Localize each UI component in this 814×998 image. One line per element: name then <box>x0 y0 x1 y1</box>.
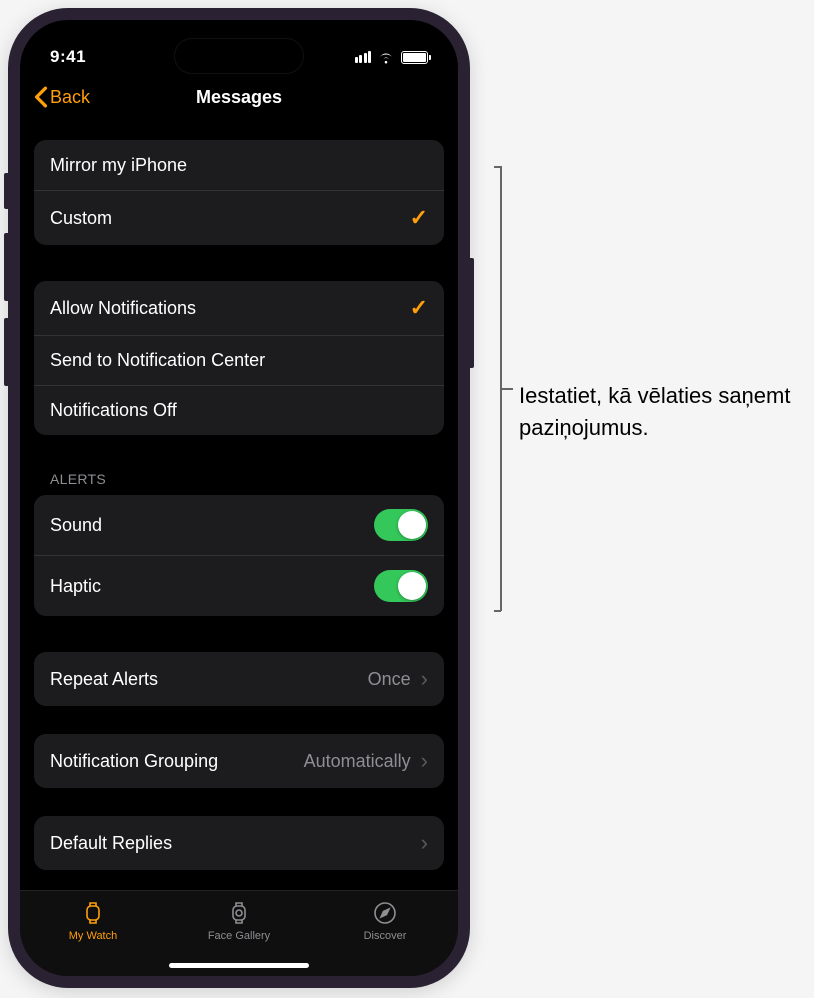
alerts-group: Sound Haptic <box>34 495 444 616</box>
status-time: 9:41 <box>50 47 86 67</box>
battery-icon <box>401 51 428 64</box>
notification-source-group: Mirror my iPhone Custom ✓ <box>34 140 444 245</box>
row-value: Automatically <box>304 751 411 772</box>
row-sound: Sound <box>34 495 444 555</box>
row-label: Repeat Alerts <box>50 669 158 690</box>
volume-down-button <box>4 318 8 386</box>
replies-group: Default Replies › <box>34 816 444 870</box>
volume-up-button <box>4 233 8 301</box>
tab-label: Discover <box>364 930 407 942</box>
row-mirror-iphone[interactable]: Mirror my iPhone <box>34 140 444 190</box>
row-label: Notifications Off <box>50 400 177 421</box>
settings-content[interactable]: Mirror my iPhone Custom ✓ Allow Notifica… <box>20 124 458 890</box>
repeat-group: Repeat Alerts Once › <box>34 652 444 706</box>
row-label: Allow Notifications <box>50 298 196 319</box>
haptic-toggle[interactable] <box>374 570 428 602</box>
cellular-icon <box>355 51 372 63</box>
sound-toggle[interactable] <box>374 509 428 541</box>
row-send-notification-center[interactable]: Send to Notification Center <box>34 335 444 385</box>
row-notifications-off[interactable]: Notifications Off <box>34 385 444 435</box>
status-indicators <box>355 51 429 64</box>
back-button[interactable]: Back <box>34 86 90 108</box>
watch-face-icon <box>225 899 253 927</box>
allow-notifications-group: Allow Notifications ✓ Send to Notificati… <box>34 281 444 435</box>
dynamic-island <box>174 38 304 74</box>
tab-label: My Watch <box>69 930 118 942</box>
chevron-right-icon: › <box>421 666 428 692</box>
row-notification-grouping[interactable]: Notification Grouping Automatically › <box>34 734 444 788</box>
row-label: Sound <box>50 515 102 536</box>
row-custom[interactable]: Custom ✓ <box>34 190 444 245</box>
back-label: Back <box>50 87 90 108</box>
row-label: Notification Grouping <box>50 751 218 772</box>
home-indicator[interactable] <box>169 963 309 968</box>
watch-icon <box>79 899 107 927</box>
page-title: Messages <box>196 87 282 108</box>
chevron-right-icon: › <box>421 748 428 774</box>
silent-switch <box>4 173 8 209</box>
callout-tick <box>494 166 501 168</box>
row-label: Send to Notification Center <box>50 350 265 371</box>
row-value: Once <box>368 669 411 690</box>
row-allow-notifications[interactable]: Allow Notifications ✓ <box>34 281 444 335</box>
callout-text: Iestatiet, kā vēlaties saņemt paziņojumu… <box>519 380 814 444</box>
callout-tick <box>494 610 501 612</box>
checkmark-icon: ✓ <box>410 295 428 321</box>
tab-label: Face Gallery <box>208 930 270 942</box>
row-label: Haptic <box>50 576 101 597</box>
row-label: Default Replies <box>50 833 172 854</box>
wifi-icon <box>377 51 395 64</box>
grouping-group: Notification Grouping Automatically › <box>34 734 444 788</box>
checkmark-icon: ✓ <box>410 205 428 231</box>
row-repeat-alerts[interactable]: Repeat Alerts Once › <box>34 652 444 706</box>
side-button <box>470 258 474 368</box>
iphone-frame: 9:41 Back Messages Mirror my iPhone Cust… <box>8 8 470 988</box>
compass-icon <box>371 899 399 927</box>
row-haptic: Haptic <box>34 555 444 616</box>
screen: 9:41 Back Messages Mirror my iPhone Cust… <box>20 20 458 976</box>
callout-connector <box>500 388 513 390</box>
alerts-header: ALERTS <box>34 471 444 495</box>
row-label: Mirror my iPhone <box>50 155 187 176</box>
chevron-left-icon <box>34 86 48 108</box>
tab-my-watch[interactable]: My Watch <box>20 899 166 976</box>
row-default-replies[interactable]: Default Replies › <box>34 816 444 870</box>
chevron-right-icon: › <box>421 830 428 856</box>
row-label: Custom <box>50 208 112 229</box>
navigation-bar: Back Messages <box>20 76 458 124</box>
tab-discover[interactable]: Discover <box>312 899 458 976</box>
